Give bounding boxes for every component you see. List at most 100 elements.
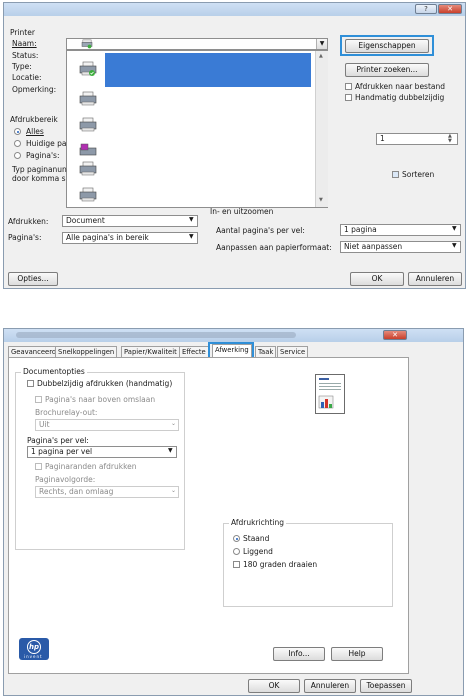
print-dialog: ? ✕ Printer Naam: Status: Type: Locatie:… — [3, 2, 466, 289]
titlebar-text-blurred — [16, 332, 296, 338]
manual-duplex-checkbox[interactable] — [345, 94, 352, 101]
rotate-label: 180 graden draaien — [243, 560, 318, 569]
print-range-label: Afdrukbereik — [10, 115, 58, 124]
scroll-down-icon[interactable]: ▼ — [319, 197, 323, 203]
properties-button[interactable]: Eigenschappen — [345, 39, 429, 53]
printer-list-selected-item[interactable] — [105, 53, 311, 87]
printer-name-select[interactable]: ▼ — [66, 38, 328, 50]
apply-button[interactable]: Toepassen — [360, 679, 412, 693]
status-label: Status: — [12, 51, 39, 60]
orientation-label: Afdrukrichting — [229, 518, 287, 527]
options-button[interactable]: Opties... — [8, 272, 58, 286]
booklet-label: Brochurelay-out: — [35, 408, 98, 417]
range-all-label: Alles — [26, 127, 44, 136]
ok-button[interactable]: OK — [350, 272, 404, 286]
page-preview — [315, 374, 345, 414]
pages-per-sheet-select[interactable]: 1 pagina — [340, 224, 461, 236]
chevron-down-icon: ⌄ — [171, 487, 177, 494]
close-button[interactable]: ✕ — [438, 4, 462, 14]
borders-label: Paginaranden afdrukken — [45, 462, 137, 471]
cancel-button[interactable]: Annuleren — [408, 272, 462, 286]
tab-effecten[interactable]: Effecte — [179, 346, 209, 357]
range-pages-radio[interactable] — [14, 152, 21, 159]
manual-duplex-label: Handmatig dubbelzijdig — [355, 93, 445, 102]
name-label: Naam: — [12, 39, 37, 48]
properties-dialog: ✕ Geavanceerd Snelkoppelingen Papier/Kwa… — [3, 328, 464, 696]
chevron-down-icon[interactable]: ▼ — [189, 216, 194, 223]
comment-label: Opmerking: — [12, 85, 57, 94]
printer-icon — [79, 91, 97, 106]
scale-label: Aanpassen aan papierformaat: — [216, 243, 332, 252]
chevron-down-icon[interactable]: ▼ — [189, 233, 194, 240]
printer-list[interactable]: ▲ ▼ — [66, 50, 328, 208]
chevron-down-icon[interactable]: ▼ — [452, 225, 457, 232]
order-label: Paginavolgorde: — [35, 475, 96, 484]
landscape-label: Liggend — [243, 547, 273, 556]
print-to-file-label: Afdrukken naar bestand — [355, 82, 446, 91]
find-printer-button[interactable]: Printer zoeken... — [345, 63, 429, 77]
print-to-file-checkbox[interactable] — [345, 83, 352, 90]
chevron-down-icon: ⌄ — [171, 420, 177, 427]
tab-papier-kwaliteit[interactable]: Papier/Kwaliteit — [121, 346, 180, 357]
info-button[interactable]: Info... — [273, 647, 325, 661]
print-what-select[interactable]: Document — [62, 215, 198, 227]
pages-label: Pagina's: — [8, 233, 42, 242]
duplex-checkbox[interactable] — [27, 380, 34, 387]
rotate-checkbox[interactable] — [233, 561, 240, 568]
pps-label: Pagina's per vel: — [27, 436, 89, 445]
range-current-label: Huidige pa — [26, 139, 67, 148]
pps-select[interactable]: 1 pagina per vel — [27, 446, 177, 458]
printer-icon — [79, 187, 97, 202]
range-all-radio[interactable] — [14, 128, 21, 135]
portrait-radio[interactable] — [233, 535, 240, 542]
collate-label: Sorteren — [402, 170, 435, 179]
scroll-up-icon[interactable]: ▲ — [319, 53, 323, 59]
fax-icon — [79, 143, 97, 156]
logo-sub: invent — [24, 654, 43, 659]
chevron-down-icon[interactable]: ▼ — [316, 39, 327, 49]
printer-icon — [79, 61, 97, 76]
collate-checkbox[interactable] — [392, 171, 399, 178]
borders-checkbox — [35, 463, 42, 470]
booklet-select: Uit — [35, 419, 179, 431]
ok-button[interactable]: OK — [248, 679, 300, 693]
logo-circle: hp — [27, 640, 41, 654]
portrait-label: Staand — [243, 534, 270, 543]
range-hint: Typ paginanun — [12, 165, 67, 174]
document-options-label: Documentopties — [21, 367, 87, 376]
location-label: Locatie: — [12, 73, 42, 82]
cancel-button[interactable]: Annuleren — [304, 679, 356, 693]
hp-logo: hp invent — [19, 638, 49, 660]
list-scrollbar[interactable]: ▲ ▼ — [315, 51, 328, 207]
pages-select[interactable]: Alle pagina's in bereik — [62, 232, 198, 244]
zoom-label: In- en uitzoomen — [210, 207, 274, 216]
tab-service[interactable]: Service — [277, 346, 309, 357]
printer-icon — [81, 39, 93, 49]
spin-arrows-icon[interactable]: ▲ ▼ — [448, 134, 452, 144]
tab-geavanceerd[interactable]: Geavanceerd — [8, 346, 60, 357]
print-dialog-titlebar — [4, 3, 465, 16]
help-button[interactable]: Help — [331, 647, 383, 661]
duplex-label: Dubbelzijdig afdrukken (handmatig) — [37, 379, 173, 388]
printer-section-label: Printer — [10, 28, 35, 37]
printer-icon — [79, 161, 97, 176]
flip-up-label: Pagina's naar boven omslaan — [45, 395, 156, 404]
help-button[interactable]: ? — [415, 4, 437, 14]
chevron-down-icon[interactable]: ▼ — [168, 447, 173, 454]
landscape-radio[interactable] — [233, 548, 240, 555]
tab-panel: Documentopties Dubbelzijdig afdrukken (h… — [8, 357, 409, 674]
copies-spinbox[interactable]: 1 — [376, 133, 458, 145]
close-button[interactable]: ✕ — [383, 330, 407, 340]
tab-snelkoppelingen[interactable]: Snelkoppelingen — [55, 346, 118, 357]
tab-taak[interactable]: Taak — [255, 346, 277, 357]
order-select: Rechts, dan omlaag — [35, 486, 179, 498]
range-current-radio[interactable] — [14, 140, 21, 147]
print-what-label: Afdrukken: — [8, 217, 49, 226]
printer-icon — [79, 117, 97, 132]
chevron-down-icon[interactable]: ▼ — [452, 242, 457, 249]
pages-per-sheet-label: Aantal pagina's per vel: — [216, 226, 305, 235]
type-label: Type: — [12, 62, 32, 71]
scale-select[interactable]: Niet aanpassen — [340, 241, 461, 253]
flip-up-checkbox — [35, 396, 42, 403]
range-pages-label: Pagina's: — [26, 151, 60, 160]
